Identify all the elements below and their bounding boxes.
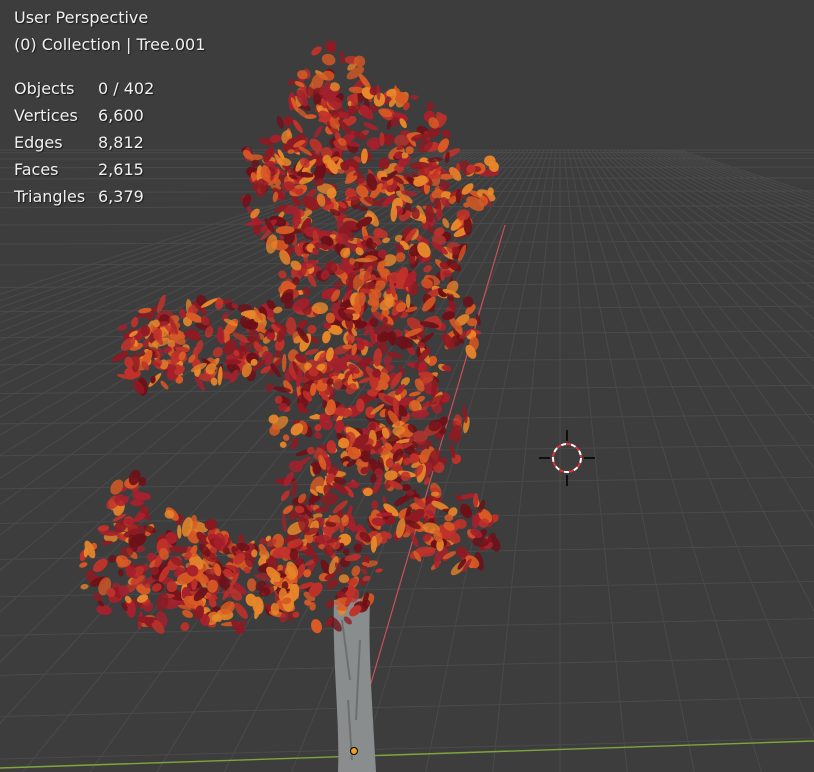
- leaf: [118, 569, 124, 577]
- grid-line: [587, 149, 814, 469]
- grid-line: [571, 149, 762, 772]
- leaf: [285, 317, 297, 335]
- leaf: [177, 524, 182, 539]
- grid-line: [667, 149, 814, 204]
- stat-label: Edges: [14, 133, 63, 152]
- leaf: [288, 78, 296, 86]
- leaf: [460, 503, 473, 519]
- stat-row-edges: Edges 8,812: [14, 129, 154, 156]
- stat-value: 6,600: [98, 106, 144, 125]
- leaf: [96, 605, 112, 615]
- grid-line: [0, 696, 814, 718]
- leaf: [326, 399, 336, 415]
- stat-label: Vertices: [14, 106, 78, 125]
- grid-line: [619, 149, 814, 278]
- collection-line: (0) Collection | Tree.001: [14, 35, 206, 54]
- grid-line: [663, 149, 814, 208]
- leaf: [80, 583, 89, 590]
- grid-line: [671, 149, 814, 201]
- view-name: User Perspective: [14, 8, 149, 27]
- grid-line: [611, 149, 814, 304]
- grid-line: [615, 149, 814, 290]
- grid-line: [0, 737, 814, 760]
- object-origin-icon[interactable]: [350, 747, 358, 755]
- stat-label: Faces: [14, 160, 59, 179]
- grid-line: [563, 149, 628, 772]
- leaf: [281, 512, 287, 533]
- grid-line: [603, 149, 814, 339]
- leaf: [449, 444, 456, 459]
- leaf: [406, 293, 411, 309]
- leaf: [314, 431, 322, 439]
- grid-line: [623, 149, 814, 268]
- stat-label: Objects: [14, 79, 75, 98]
- leaf: [362, 122, 378, 131]
- leaf: [340, 50, 345, 65]
- grid-line: [599, 149, 814, 362]
- viewport-header: User Perspective (0) Collection | Tree.0…: [14, 4, 205, 58]
- stat-value: 8,812: [98, 133, 144, 152]
- stat-value: 0 / 402: [98, 79, 155, 98]
- stat-row-triangles: Triangles 6,379: [14, 183, 154, 210]
- leaf: [311, 46, 322, 56]
- 3d-cursor-icon[interactable]: [539, 430, 595, 486]
- leaf: [282, 434, 290, 442]
- stat-row-objects: Objects 0 / 402: [14, 75, 154, 102]
- leaf: [375, 568, 383, 573]
- leaf: [441, 129, 451, 138]
- leaf: [338, 574, 350, 584]
- leaf: [79, 562, 88, 568]
- grid-line: [583, 149, 814, 529]
- leaf: [410, 94, 419, 100]
- grid-line: [631, 149, 814, 251]
- leaf: [290, 437, 298, 450]
- grid-line: [0, 618, 814, 636]
- leaf: [279, 441, 287, 448]
- leaf: [307, 324, 317, 334]
- scene-statistics: Objects 0 / 402 Vertices 6,600 Edges 8,8…: [14, 75, 154, 210]
- leaf: [217, 326, 225, 345]
- grid-line: [591, 149, 814, 425]
- grid-line: [639, 149, 814, 237]
- leaf: [325, 40, 337, 53]
- leaf: [401, 483, 412, 492]
- leaf: [325, 599, 335, 609]
- grid-line: [567, 149, 695, 772]
- leaf: [382, 496, 387, 503]
- leaf: [281, 353, 287, 372]
- stat-row-vertices: Vertices 6,600: [14, 102, 154, 129]
- leaf: [247, 578, 257, 592]
- grid-line: [0, 656, 814, 676]
- leaf: [292, 119, 303, 134]
- stat-value: 2,615: [98, 160, 144, 179]
- leaf: [321, 53, 336, 66]
- grid-line: [675, 149, 814, 198]
- leaf: [351, 565, 361, 577]
- grid-line: [607, 149, 814, 320]
- leaf: [423, 265, 432, 273]
- leaf: [342, 548, 350, 556]
- leaf: [313, 125, 323, 139]
- grid-line: [579, 149, 814, 613]
- leaf: [371, 500, 379, 510]
- leaf: [311, 619, 322, 634]
- stat-value: 6,379: [98, 187, 144, 206]
- 3d-viewport[interactable]: User Perspective (0) Collection | Tree.0…: [0, 0, 814, 772]
- x-axis-line: [0, 740, 814, 769]
- stat-row-faces: Faces 2,615: [14, 156, 154, 183]
- leaf: [444, 514, 454, 522]
- leaf: [425, 101, 435, 111]
- grid-line: [635, 149, 814, 243]
- stat-label: Triangles: [14, 187, 86, 206]
- grid-line: [679, 149, 814, 195]
- grid-line: [595, 149, 814, 390]
- grid-line: [0, 221, 814, 226]
